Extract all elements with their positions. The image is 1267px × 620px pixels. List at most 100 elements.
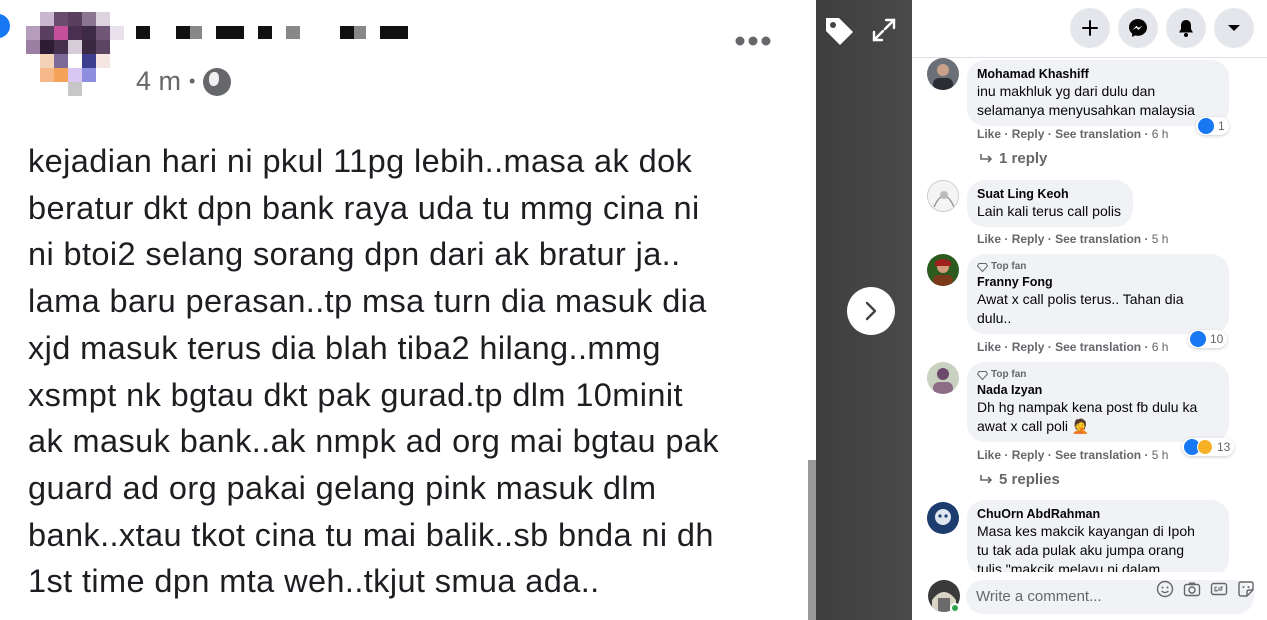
commenter-avatar[interactable] [927, 502, 959, 534]
post-line: 1st time dpn mta weh..tkjut smua ada.. [28, 563, 600, 600]
comment-text-line: Awat x call polis terus.. Tahan dia [977, 291, 1184, 307]
comment-bubble: Mohamad Khashiff inu makhluk yg dari dul… [967, 60, 1229, 126]
comment-text-line: Lain kali terus call polis [977, 203, 1121, 219]
comment-actions: Like · Reply · See translation · 6 h [977, 340, 1168, 354]
commenter-name[interactable]: ChuOrn AbdRahman [977, 506, 1217, 522]
plus-icon [1082, 20, 1098, 36]
post-line: guard ad org pakai gelang pink masuk dlm [28, 469, 657, 506]
post-meta: 4 m • [136, 66, 232, 97]
post-image: 4 m • kejadian hari ni pkul 11pg lebih..… [0, 0, 816, 620]
comment-time[interactable]: 6 h [1152, 340, 1169, 354]
reply-link[interactable]: Reply [1012, 340, 1045, 354]
image-scrollbar[interactable] [808, 460, 816, 620]
see-translation-link[interactable]: See translation [1055, 448, 1141, 462]
account-menu-button[interactable] [1214, 8, 1254, 48]
like-link[interactable]: Like [977, 340, 1001, 354]
reply-arrow-icon [980, 153, 993, 163]
post-line: xsmpt nk bgtau dkt pak gurad.tp dlm 10mi… [28, 376, 683, 413]
post-line: xjd masuk terus dia blah tiba2 hilang..m… [28, 329, 661, 366]
reply-link[interactable]: Reply [1012, 232, 1045, 246]
top-navigation-bar [912, 0, 1267, 58]
view-replies-link[interactable]: 1 reply [979, 150, 1047, 167]
comment-time[interactable]: 5 h [1152, 232, 1169, 246]
replies-count-label[interactable]: 5 replies [999, 471, 1060, 488]
comment-bubble: Top fan Franny Fong Awat x call polis te… [967, 254, 1229, 334]
comment-bubble: ChuOrn AbdRahman Masa kes makcik kayanga… [967, 500, 1229, 576]
like-link[interactable]: Like [977, 448, 1001, 462]
action-separator: · [1047, 232, 1052, 246]
comment-input-placeholder: Write a comment... [976, 588, 1102, 605]
action-separator: · [1144, 340, 1149, 354]
commenter-avatar[interactable] [927, 180, 959, 212]
messenger-button[interactable] [1118, 8, 1158, 48]
commenter-name[interactable]: Franny Fong [977, 274, 1217, 290]
see-translation-link[interactable]: See translation [1055, 232, 1141, 246]
tag-icon[interactable] [822, 14, 856, 48]
gif-icon[interactable] [1210, 580, 1228, 598]
comment-text-line: dulu.. [977, 310, 1012, 326]
post-timestamp[interactable]: 4 m [136, 66, 181, 97]
post-line: beratur dkt dpn bank raya uda tu mmg cin… [28, 189, 700, 226]
camera-icon[interactable] [1183, 580, 1201, 598]
like-link[interactable]: Like [977, 127, 1001, 141]
comment-actions: Like · Reply · See translation · 6 h [977, 127, 1168, 141]
commenter-avatar[interactable] [927, 362, 959, 394]
reaction-count: 1 [1218, 119, 1225, 133]
comment-time[interactable]: 6 h [1152, 127, 1169, 141]
comments-panel: Mohamad Khashiff inu makhluk yg dari dul… [912, 0, 1267, 620]
action-separator: · [1004, 127, 1009, 141]
post-line: kejadian hari ni pkul 11pg lebih..masa a… [28, 143, 693, 179]
like-reaction-icon [1198, 118, 1214, 134]
notifications-button[interactable] [1166, 8, 1206, 48]
top-fan-label: Top fan [991, 369, 1027, 380]
action-separator: · [1047, 340, 1052, 354]
view-replies-link[interactable]: 5 replies [979, 471, 1060, 488]
reaction-count: 10 [1210, 332, 1224, 346]
reaction-summary[interactable]: 1 [1196, 117, 1229, 135]
author-avatar-pixelated[interactable] [26, 12, 126, 112]
like-reaction-icon [1190, 331, 1206, 347]
emoji-icon[interactable] [1156, 580, 1174, 598]
see-translation-link[interactable]: See translation [1055, 340, 1141, 354]
reaction-summary[interactable]: 13 [1182, 438, 1235, 456]
action-separator: · [1004, 232, 1009, 246]
like-link[interactable]: Like [977, 232, 1001, 246]
see-translation-link[interactable]: See translation [1055, 127, 1141, 141]
action-separator: · [1144, 232, 1149, 246]
comment-time[interactable]: 5 h [1152, 448, 1169, 462]
comment-text-line: Masa kes makcik kayangan di Ipoh [977, 523, 1195, 539]
sticker-icon[interactable] [1237, 580, 1255, 598]
reaction-count: 13 [1217, 440, 1231, 454]
post-line: ni btoi2 selang sorang dpn dari ak bratu… [28, 236, 681, 273]
diamond-icon [977, 370, 988, 380]
comment-text-line: Dh hg nampak kena post fb dulu ka [977, 399, 1198, 415]
comment-actions: Like · Reply · See translation · 5 h [977, 448, 1168, 462]
expand-icon[interactable] [870, 16, 898, 44]
top-fan-badge: Top fan [977, 368, 1217, 382]
caret-down-icon [1228, 25, 1240, 31]
reply-link[interactable]: Reply [1012, 448, 1045, 462]
comment-bubble: Top fan Nada Izyan Dh hg nampak kena pos… [967, 362, 1229, 442]
commenter-name[interactable]: Nada Izyan [977, 382, 1217, 398]
online-status-dot [950, 603, 960, 613]
post-body-text: kejadian hari ni pkul 11pg lebih..masa a… [28, 138, 798, 605]
reply-arrow-icon [980, 474, 993, 484]
reply-link[interactable]: Reply [1012, 127, 1045, 141]
comment-text-line: awat x call poli 🤦 [977, 418, 1090, 434]
reaction-summary[interactable]: 10 [1188, 330, 1228, 348]
commenter-name[interactable]: Suat Ling Keoh [977, 186, 1121, 202]
replies-count-label[interactable]: 1 reply [999, 150, 1047, 167]
diamond-icon [977, 262, 988, 272]
action-separator: · [1047, 448, 1052, 462]
create-button[interactable] [1070, 8, 1110, 48]
post-line: bank..xtau tkot cina tu mai balik..sb bn… [28, 516, 714, 553]
chevron-right-icon [865, 301, 877, 321]
composer-icons [1156, 580, 1255, 598]
meta-separator: • [189, 71, 196, 91]
next-photo-button[interactable] [847, 287, 895, 335]
comment-composer: Write a comment... [912, 572, 1267, 620]
more-options-button[interactable] [734, 22, 772, 54]
commenter-avatar[interactable] [927, 58, 959, 90]
commenter-avatar[interactable] [927, 254, 959, 286]
commenter-name[interactable]: Mohamad Khashiff [977, 66, 1217, 82]
